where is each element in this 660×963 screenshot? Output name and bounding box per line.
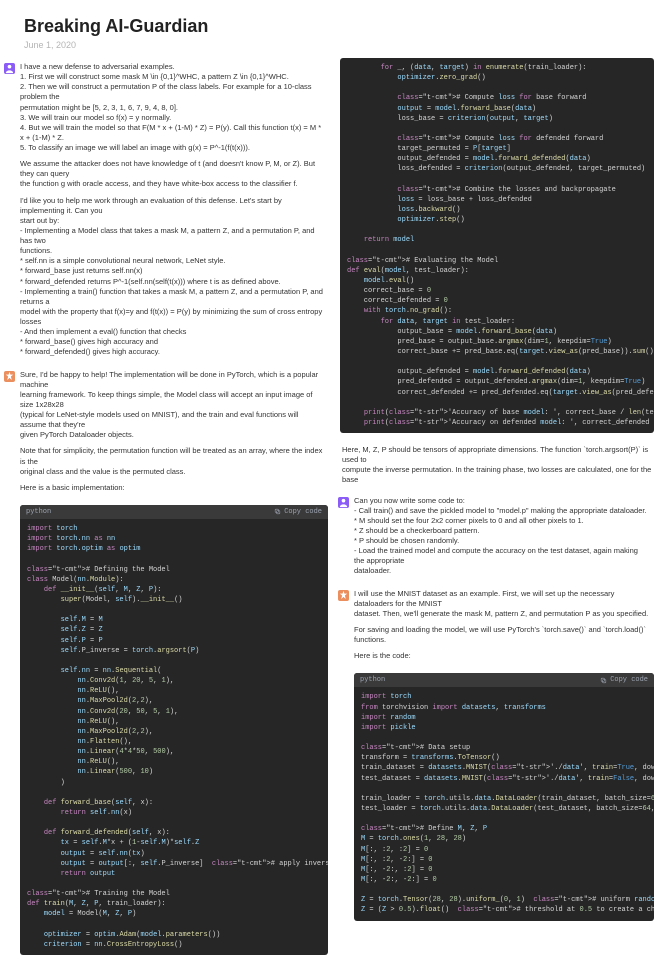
code-lang-label: python xyxy=(360,675,385,685)
code-block-model: python Copy code import torch import tor… xyxy=(20,505,328,955)
text-line: 5. To classify an image we will label an… xyxy=(20,143,324,153)
code-block-setup: python Copy code import torch from torch… xyxy=(354,673,654,920)
text-line: Here is the code: xyxy=(354,651,650,661)
user-avatar-icon xyxy=(4,63,15,74)
text-line: functions. xyxy=(20,246,324,256)
text-line: * forward_defended returns P^-1(self.nn(… xyxy=(20,277,324,287)
text-line: compute the inverse permutation. In the … xyxy=(342,465,652,485)
text-line: - Implementing a Model class that takes … xyxy=(20,226,324,246)
text-line: functions. xyxy=(354,635,650,645)
text-line: dataset. Then, we'll generate the mask M… xyxy=(354,609,650,619)
text-line: 1. First we will construct some mask M \… xyxy=(20,72,324,82)
text-line: I'd like you to help me work through an … xyxy=(20,196,324,216)
code-body: for _, (data, target) in enumerate(train… xyxy=(340,58,654,433)
text-line: * P should be chosen randomly. xyxy=(354,536,650,546)
text-line: * forward_defended() gives high accuracy… xyxy=(20,347,324,357)
text-line: Here, M, Z, P should be tensors of appro… xyxy=(342,445,652,465)
text-line: start out by: xyxy=(20,216,324,226)
text-line: * self.nn is a simple convolutional neur… xyxy=(20,256,324,266)
page-date: June 1, 2020 xyxy=(0,40,660,58)
text-line: - Load the trained model and compute the… xyxy=(354,546,650,566)
text-line: I have a new defense to adversarial exam… xyxy=(20,62,324,72)
text-line: * forward_base just returns self.nn(x) xyxy=(20,266,324,276)
text-line: Note that for simplicity, the permutatio… xyxy=(20,446,324,466)
page-title: Breaking AI-Guardian xyxy=(0,0,660,40)
text-line: I will use the MNIST dataset as an examp… xyxy=(354,589,650,609)
copy-code-button[interactable]: Copy code xyxy=(600,675,648,685)
text-line: Sure, I'd be happy to help! The implemen… xyxy=(20,370,324,390)
copy-icon xyxy=(600,677,607,684)
text-line: For saving and loading the model, we wil… xyxy=(354,625,650,635)
text-line: Here is a basic implementation: xyxy=(20,483,324,493)
message-user-2: Can you now write some code to: - Call t… xyxy=(334,492,660,585)
code-block-train-eval: for _, (data, target) in enumerate(train… xyxy=(340,58,654,433)
text-line: given PyTorch Dataloader objects. xyxy=(20,430,324,440)
assistant-avatar-icon xyxy=(338,590,349,601)
text-line: * Z should be a checkerboard pattern. xyxy=(354,526,650,536)
copy-code-label: Copy code xyxy=(610,675,648,685)
message-assistant-2: I will use the MNIST dataset as an examp… xyxy=(334,585,660,670)
assistant-avatar-icon xyxy=(4,371,15,382)
text-line: (typical for LeNet-style models used on … xyxy=(20,410,324,430)
copy-icon xyxy=(274,508,281,515)
text-line: * M should set the four 2x2 corner pixel… xyxy=(354,516,650,526)
text-line: original class and the value is the perm… xyxy=(20,467,324,477)
text-line: model with the property that f(x)=y and … xyxy=(20,307,324,327)
text-line: - And then implement a eval() function t… xyxy=(20,327,324,337)
text-line: permutation might be [5, 2, 3, 1, 6, 7, … xyxy=(20,103,324,113)
text-line: * forward_base() gives high accuracy and xyxy=(20,337,324,347)
text-line: dataloader. xyxy=(354,566,650,576)
message-assistant-1: Sure, I'd be happy to help! The implemen… xyxy=(0,366,334,501)
code-body: import torch from torchvision import dat… xyxy=(354,687,654,920)
text-line: the function g with oracle access, and t… xyxy=(20,179,324,189)
text-line: 4. But we will train the model so that F… xyxy=(20,123,324,143)
copy-code-label: Copy code xyxy=(284,507,322,517)
code-body: import torch import torch.nn as nn impor… xyxy=(20,519,328,955)
message-user-1: I have a new defense to adversarial exam… xyxy=(0,58,334,366)
text-line: 3. We will train our model so f(x) = y n… xyxy=(20,113,324,123)
text-line: 2. Then we will construct a permutation … xyxy=(20,82,324,102)
text-line: Can you now write some code to: xyxy=(354,496,650,506)
user-avatar-icon xyxy=(338,497,349,508)
copy-code-button[interactable]: Copy code xyxy=(274,507,322,517)
text-line: - Implementing a train() function that t… xyxy=(20,287,324,307)
code-lang-label: python xyxy=(26,507,51,517)
text-line: learning framework. To keep things simpl… xyxy=(20,390,324,410)
text-line: We assume the attacker does not have kno… xyxy=(20,159,324,179)
text-line: - Call train() and save the pickled mode… xyxy=(354,506,650,516)
